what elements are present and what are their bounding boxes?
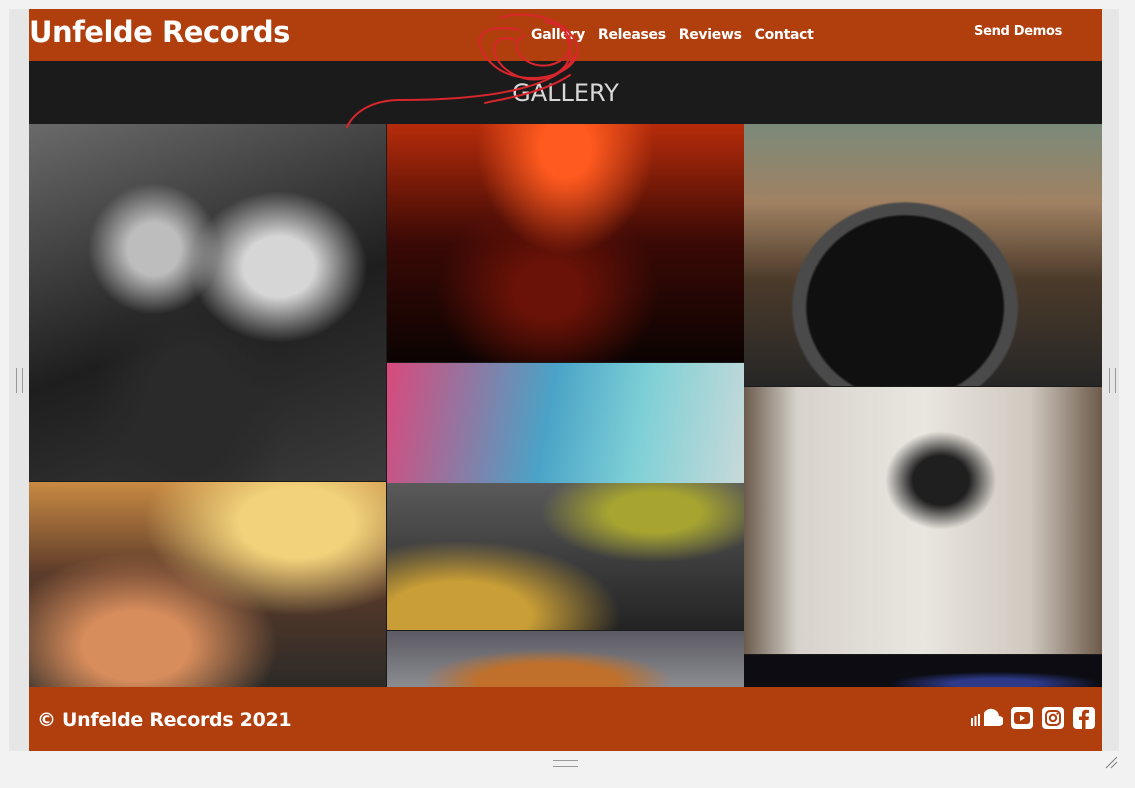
site-page: Unfelde Records Gallery Releases Reviews… [29,9,1102,751]
photo-record-studio[interactable] [744,387,1102,654]
social-links [969,706,1096,735]
right-resize-handle[interactable] [1109,368,1116,393]
youtube-icon[interactable] [1010,706,1034,735]
nav-gallery[interactable]: Gallery [531,27,585,43]
photo-autumn-tree[interactable] [387,631,744,687]
nav-contact[interactable]: Contact [755,27,814,43]
brand-logo[interactable]: Unfelde Records [29,15,290,49]
soundcloud-icon[interactable] [969,708,1004,733]
instagram-icon[interactable] [1041,706,1065,735]
main-nav: Gallery Releases Reviews Contact [531,27,814,43]
facebook-icon[interactable] [1072,706,1096,735]
photo-festival-tent-decks[interactable] [387,363,744,630]
send-demos-link[interactable]: Send Demos [974,24,1062,39]
corner-resize-icon[interactable] [1104,755,1118,769]
photo-turntable-terrace[interactable] [744,124,1102,386]
photo-dj-red-lights[interactable] [387,124,744,362]
top-bar: Unfelde Records Gallery Releases Reviews… [29,9,1102,61]
nav-reviews[interactable]: Reviews [679,27,742,43]
page-title: GALLERY [512,79,619,107]
photo-grid [29,124,1102,687]
photo-festival-crowd[interactable] [29,482,386,687]
copyright-text: © Unfelde Records 2021 [37,709,292,731]
photo-dj-booth-bw[interactable] [29,124,386,481]
bottom-resize-handle[interactable] [553,760,578,767]
nav-releases[interactable]: Releases [598,27,666,43]
footer: © Unfelde Records 2021 [29,687,1102,751]
photo-concert-blue[interactable] [744,655,1102,687]
left-resize-handle[interactable] [16,368,23,393]
